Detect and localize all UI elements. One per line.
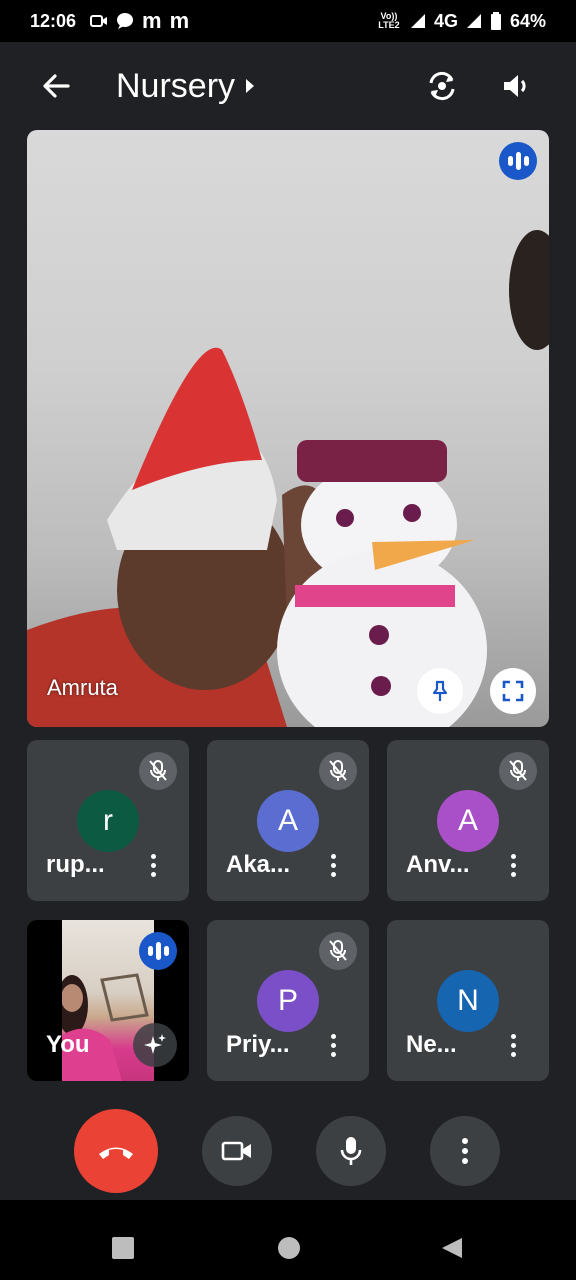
more-options-button[interactable] — [501, 847, 525, 883]
chat-bubble-icon — [117, 13, 134, 29]
participant-name: Aka... — [226, 851, 291, 878]
participant-tile[interactable]: A Anv... — [387, 740, 549, 901]
battery-level: 64% — [509, 10, 546, 31]
more-vert-icon — [462, 1138, 468, 1164]
pin-button[interactable] — [417, 668, 463, 714]
status-time: 12:06 — [30, 10, 77, 31]
speaker-button[interactable] — [494, 64, 538, 108]
caret-right-icon — [246, 79, 255, 93]
participant-video — [27, 230, 549, 727]
mic-off-icon — [329, 940, 347, 961]
fullscreen-button[interactable] — [490, 668, 536, 714]
back-button[interactable] — [34, 64, 78, 108]
muted-indicator — [499, 752, 537, 790]
camera-icon — [90, 15, 108, 27]
main-video-tile[interactable]: Amruta — [27, 130, 549, 727]
more-options-button[interactable] — [141, 847, 165, 883]
avatar: P — [257, 970, 319, 1032]
meeting-screen: Nursery Amruta r rup... A Aka... A Anv..… — [0, 42, 576, 1100]
participant-name: Anv... — [406, 851, 470, 878]
status-right: Vo)) LTE2 4G 64% — [376, 11, 546, 32]
participant-name: You — [46, 1031, 90, 1058]
switch-camera-button[interactable] — [420, 64, 464, 108]
mic-off-icon — [329, 760, 347, 781]
end-call-button[interactable] — [74, 1109, 158, 1193]
notification-icons: m m — [90, 8, 189, 34]
videocam-icon — [221, 1141, 251, 1161]
avatar: A — [257, 790, 319, 852]
participant-name: Ne... — [406, 1031, 457, 1058]
camera-toggle-button[interactable] — [202, 1116, 272, 1186]
more-options-button[interactable] — [321, 847, 345, 883]
mic-icon — [340, 1137, 362, 1165]
back-nav-icon[interactable] — [440, 1236, 464, 1260]
switch-camera-icon — [429, 71, 455, 101]
avatar: r — [77, 790, 139, 852]
status-bar: 12:06 m m Vo)) LTE2 4G 64% — [0, 0, 576, 42]
fullscreen-icon — [502, 680, 524, 702]
participant-name: Amruta — [47, 675, 118, 700]
speaking-indicator — [499, 142, 537, 180]
controls-bar — [0, 1100, 576, 1200]
muted-indicator — [319, 752, 357, 790]
m-icon: m — [169, 8, 190, 33]
meeting-title: Nursery — [116, 66, 236, 105]
participant-name: rup... — [46, 851, 105, 878]
top-bar: Nursery — [0, 42, 576, 130]
battery-icon — [490, 12, 501, 30]
home-button[interactable] — [278, 1237, 300, 1259]
speaking-indicator — [139, 932, 177, 970]
more-options-button[interactable] — [321, 1027, 345, 1063]
effects-button[interactable] — [133, 1023, 177, 1067]
avatar: N — [437, 970, 499, 1032]
mic-toggle-button[interactable] — [316, 1116, 386, 1186]
signal-icon — [466, 14, 481, 28]
meeting-title-button[interactable]: Nursery — [116, 64, 255, 108]
more-options-button[interactable] — [501, 1027, 525, 1063]
avatar: A — [437, 790, 499, 852]
more-actions-button[interactable] — [430, 1116, 500, 1186]
participant-tile[interactable]: A Aka... — [207, 740, 369, 901]
call-end-icon — [99, 1147, 133, 1159]
arrow-back-icon — [43, 74, 70, 98]
sparkle-icon — [144, 1034, 166, 1054]
mic-off-icon — [149, 760, 167, 781]
participant-tile[interactable]: r rup... — [27, 740, 189, 901]
volte-indicator: Vo)) LTE2 — [378, 11, 400, 30]
m-icon: m — [142, 8, 162, 33]
system-nav-bar — [0, 1200, 576, 1280]
muted-indicator — [319, 932, 357, 970]
mic-off-icon — [509, 760, 527, 781]
participant-tile[interactable]: P Priy... — [207, 920, 369, 1081]
volume-icon — [504, 75, 526, 97]
recents-button[interactable] — [112, 1237, 134, 1259]
signal-icon — [410, 14, 425, 28]
pin-icon — [432, 680, 448, 701]
participant-tile[interactable]: N Ne... — [387, 920, 549, 1081]
muted-indicator — [139, 752, 177, 790]
network-type: 4G — [433, 10, 458, 31]
self-tile[interactable]: You — [27, 920, 189, 1081]
participant-name: Priy... — [226, 1031, 290, 1058]
